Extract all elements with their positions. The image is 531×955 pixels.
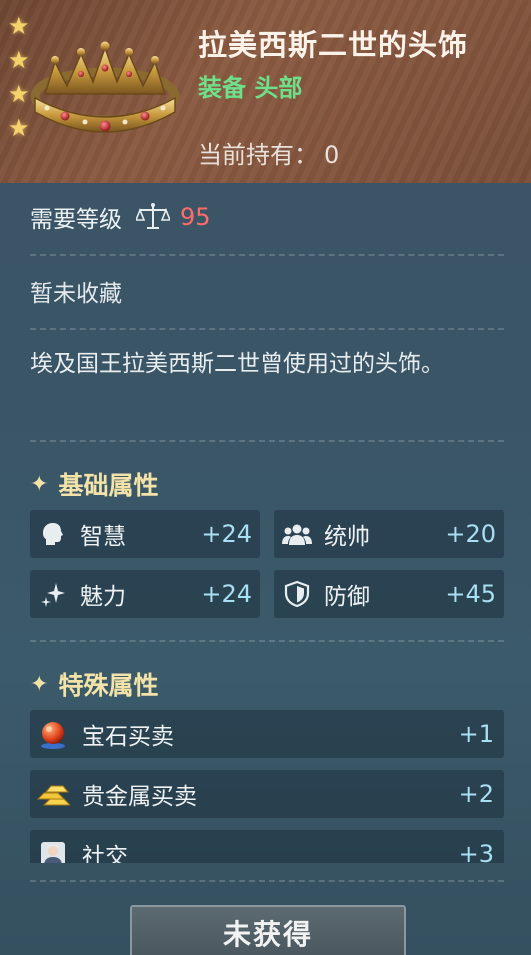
attr-value: +24 [201,580,252,608]
attr-name: 社交 [82,844,128,863]
person-portrait-icon [36,837,70,863]
attr-value: +24 [201,520,252,548]
divider [30,640,504,642]
special-precious-metal-trade: 贵金属买卖 +2 [30,770,504,818]
group-icon [282,519,312,549]
item-title: 拉美西斯二世的头饰 [198,28,469,62]
attr-value: +2 [458,780,494,808]
attr-value: +45 [445,580,496,608]
divider [30,254,504,256]
crown-image [25,36,185,146]
gold-bars-icon [36,777,70,811]
owned-label: 当前持有： [198,141,318,169]
shield-icon [282,579,312,609]
special-social: 社交 +3 [30,830,504,863]
sparkle-icon: ✦ [30,671,49,697]
level-value: 95 [180,203,211,231]
attr-name: 魅力 [80,584,126,610]
base-attributes-title: ✦ 基础属性 [30,466,158,502]
owned-count: 当前持有： 0 [198,135,339,170]
divider [30,328,504,330]
head-icon [38,519,68,549]
attr-name: 贵金属买卖 [82,784,197,810]
item-description: 埃及国王拉美西斯二世曾使用过的头饰。 [30,351,444,377]
item-type: 装备 头部 [198,74,303,102]
section-title-text: 基础属性 [58,471,159,500]
level-requirement: 需要等级 95 [30,200,211,234]
divider [30,880,504,882]
special-attributes-list[interactable]: 宝石买卖 +1 贵金属买卖 +2 社交 +3 [0,700,531,863]
star-icon: ★ [8,12,30,40]
attr-name: 统帅 [324,524,370,550]
attr-value: +1 [458,720,494,748]
sparkle-icon: ✦ [30,471,49,497]
special-attributes-title: ✦ 特殊属性 [30,666,158,702]
item-detail-panel: ★ ★ ★ ★ 拉美西斯二世的头饰 装备 头部 当前持有： 0 需要等级 95 … [0,0,531,955]
attr-value: +20 [445,520,496,548]
attr-wisdom: 智慧 +24 [30,510,260,558]
not-obtained-button[interactable]: 未获得 [130,905,406,955]
balance-scale-icon [134,202,172,232]
attr-charm: 魅力 +24 [30,570,260,618]
owned-value: 0 [324,141,340,169]
sparkle-icon [38,579,68,609]
attr-name: 智慧 [80,524,126,550]
attr-defense: 防御 +45 [274,570,504,618]
gem-icon [36,717,70,751]
divider [30,440,504,442]
level-label: 需要等级 [30,207,122,233]
attr-value: +3 [458,840,494,863]
attr-command: 统帅 +20 [274,510,504,558]
attr-name: 宝石买卖 [82,724,174,750]
section-title-text: 特殊属性 [58,671,159,700]
attr-name: 防御 [324,584,370,610]
item-header: ★ ★ ★ ★ 拉美西斯二世的头饰 装备 头部 当前持有： 0 [0,0,531,183]
collection-status: 暂未收藏 [30,281,122,307]
special-gem-trade: 宝石买卖 +1 [30,710,504,758]
